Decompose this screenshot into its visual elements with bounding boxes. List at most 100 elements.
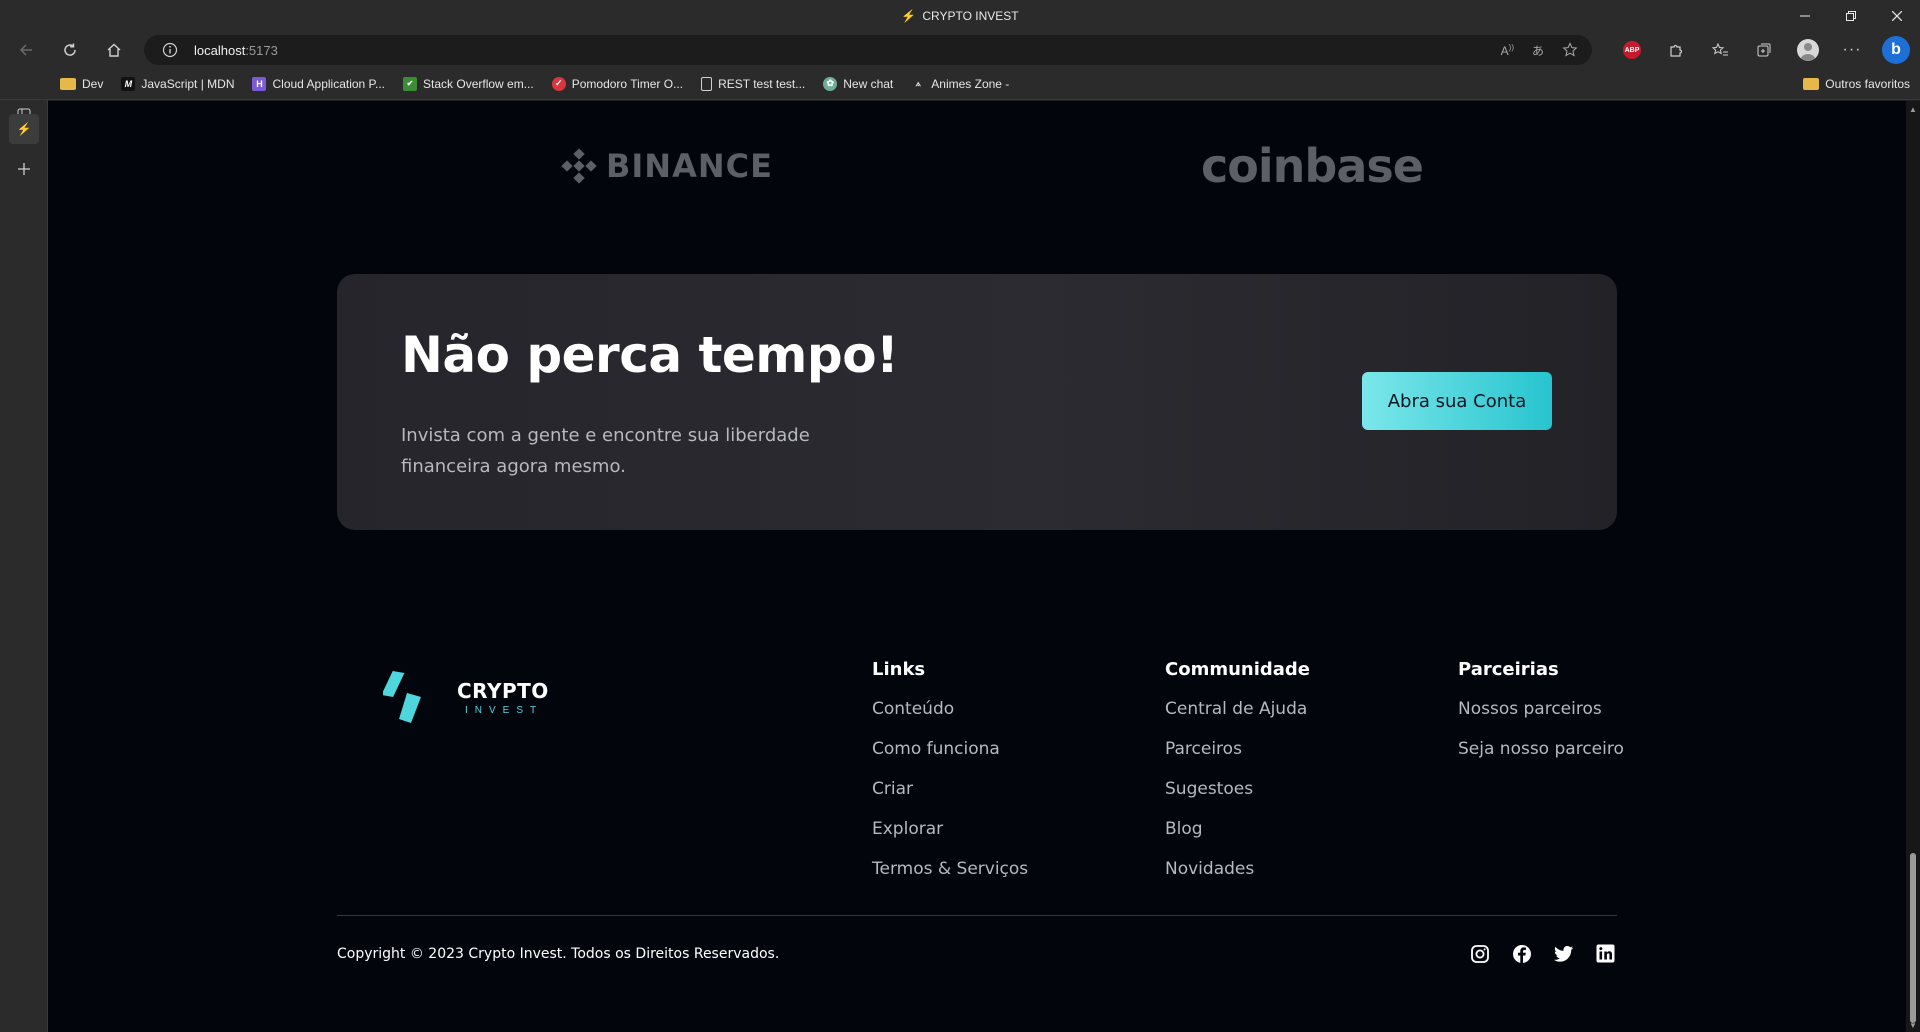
footer-link-parceiros[interactable]: Parceiros: [1165, 738, 1310, 778]
heroku-icon: H: [252, 76, 267, 91]
bookmark-heroku[interactable]: H Cloud Application P...: [252, 76, 386, 91]
url-port: :5173: [245, 42, 278, 58]
profile-button[interactable]: [1792, 34, 1824, 66]
footer-link-conteudo[interactable]: Conteúdo: [872, 698, 1028, 738]
footer-link-central-ajuda[interactable]: Central de Ajuda: [1165, 698, 1310, 738]
bookmark-label: JavaScript | MDN: [141, 76, 235, 91]
minimize-button[interactable]: [1782, 0, 1828, 32]
app-logo-icon: ⚡: [16, 122, 32, 136]
instagram-link[interactable]: [1469, 943, 1490, 964]
binance-logo: BINANCE: [560, 147, 773, 185]
coinbase-logo: coinbase: [1201, 139, 1424, 193]
folder-icon: [1803, 78, 1820, 90]
bookmark-stackoverflow[interactable]: ✔ Stack Overflow em...: [403, 76, 534, 91]
url-text[interactable]: localhost:5173: [194, 43, 278, 58]
footer-link-nossos-parceiros[interactable]: Nossos parceiros: [1458, 698, 1624, 738]
linkedin-icon: [1596, 944, 1615, 963]
bookmark-label: Dev: [82, 76, 104, 91]
back-button[interactable]: [8, 34, 44, 66]
read-aloud-icon[interactable]: A)): [1501, 43, 1514, 58]
footer-link-explorar[interactable]: Explorar: [872, 818, 1028, 858]
facebook-link[interactable]: [1511, 943, 1532, 964]
address-bar[interactable]: localhost:5173 A)) あ: [144, 35, 1592, 65]
window-title: ⚡ CRYPTO INVEST: [901, 9, 1018, 23]
copyright-text: Copyright © 2023 Crypto Invest. Todos os…: [337, 946, 780, 962]
document-icon: [701, 76, 713, 91]
page-icon: ✔: [403, 76, 418, 91]
favorites-button[interactable]: [1704, 34, 1736, 66]
linkedin-link[interactable]: [1595, 943, 1616, 964]
restore-icon: [1846, 11, 1856, 21]
partners-strip: BINANCE coinbase: [48, 121, 1906, 221]
sidebar-tab-crypto[interactable]: ⚡: [9, 114, 39, 144]
column-title: Parceirias: [1458, 659, 1559, 680]
add-favorite-icon[interactable]: [1562, 42, 1578, 58]
check-icon: ✓: [551, 76, 566, 91]
app-logo-icon: ⚡: [901, 9, 917, 23]
footer-link-seja-parceiro[interactable]: Seja nosso parceiro: [1458, 738, 1624, 778]
footer-column-parcerias: Parceirias Nossos parceiros Seja nosso p…: [1458, 659, 1624, 778]
footer-link-criar[interactable]: Criar: [872, 778, 1028, 818]
twitter-link[interactable]: [1553, 943, 1574, 964]
bookmark-label: Cloud Application P...: [272, 76, 386, 91]
translate-icon[interactable]: あ: [1532, 42, 1544, 59]
info-icon[interactable]: [162, 42, 178, 58]
home-button[interactable]: [96, 34, 132, 66]
page-content: BINANCE coinbase Não perca tempo! Invist…: [48, 101, 1906, 1032]
new-tab-button[interactable]: [9, 154, 39, 184]
footer-link-novidades[interactable]: Novidades: [1165, 858, 1310, 898]
toolbar-right: ABP ··· b: [1616, 34, 1912, 66]
bookmark-dev[interactable]: Dev: [60, 77, 103, 91]
chatgpt-icon: ✿: [823, 76, 838, 91]
scroll-up-arrow-icon[interactable]: ▲: [1909, 105, 1917, 114]
bing-button[interactable]: b: [1880, 34, 1912, 66]
binance-icon: [561, 148, 597, 184]
twitter-icon: [1553, 945, 1573, 962]
url-host: localhost: [194, 42, 246, 58]
bookmark-label: New chat: [843, 76, 894, 91]
collections-button[interactable]: [1748, 34, 1780, 66]
bookmark-label: Pomodoro Timer O...: [571, 76, 684, 91]
favorites-list-icon: [1711, 42, 1728, 56]
footer-column-comunidade: Communidade Central de Ajuda Parceiros S…: [1165, 659, 1310, 898]
bookmark-animes-zone[interactable]: ⟑ Animes Zone -: [911, 77, 1010, 91]
puzzle-icon: [1670, 44, 1683, 57]
footer-link-como-funciona[interactable]: Como funciona: [872, 738, 1028, 778]
footer-brand[interactable]: CRYPTO INVEST: [383, 669, 549, 725]
cta-text: Invista com a gente e encontre sua liber…: [401, 425, 810, 477]
social-links: [1469, 943, 1616, 964]
bookmark-new-chat[interactable]: ✿ New chat: [823, 76, 894, 91]
footer-column-links: Links Conteúdo Como funciona Criar Explo…: [872, 659, 1028, 898]
footer-link-sugestoes[interactable]: Sugestoes: [1165, 778, 1310, 818]
extensions-button[interactable]: [1660, 34, 1692, 66]
bookmark-label: REST test test...: [718, 76, 806, 91]
scrollbar-thumb[interactable]: [1910, 853, 1916, 1023]
settings-more-button[interactable]: ···: [1836, 34, 1868, 66]
address-bar-actions: A)) あ: [1501, 35, 1578, 65]
page-scrollbar[interactable]: ▲ ▼: [1906, 101, 1920, 1032]
bookmark-pomodoro[interactable]: ✓ Pomodoro Timer O...: [551, 76, 684, 91]
other-favorites[interactable]: Outros favoritos: [1803, 68, 1910, 100]
instagram-icon: [1470, 944, 1489, 963]
folder-icon: [60, 77, 76, 90]
brand-name: CRYPTO: [457, 678, 549, 703]
bookmark-label: Stack Overflow em...: [423, 76, 534, 91]
bookmark-mdn[interactable]: M JavaScript | MDN: [121, 76, 235, 91]
bookmark-rest-test[interactable]: REST test test...: [701, 76, 806, 91]
footer-link-blog[interactable]: Blog: [1165, 818, 1310, 858]
footer-link-termos[interactable]: Termos & Serviços: [872, 858, 1028, 898]
adblock-extension-button[interactable]: ABP: [1616, 34, 1648, 66]
scroll-down-arrow-icon[interactable]: ▼: [1909, 1021, 1917, 1030]
collections-icon: [1757, 43, 1771, 57]
refresh-button[interactable]: [52, 34, 88, 66]
close-icon: [1892, 11, 1902, 21]
browser-sidebar: ⚡: [0, 100, 48, 1032]
open-account-button[interactable]: Abra sua Conta: [1362, 372, 1552, 430]
browser-toolbar: localhost:5173 A)) あ ABP ··· b: [0, 32, 1920, 68]
restore-button[interactable]: [1828, 0, 1874, 32]
other-favorites-label: Outros favoritos: [1825, 77, 1910, 91]
brand-text: CRYPTO INVEST: [457, 679, 549, 716]
close-window-button[interactable]: [1874, 0, 1920, 32]
bing-icon: b: [1882, 36, 1910, 64]
binance-wordmark: BINANCE: [606, 147, 773, 185]
